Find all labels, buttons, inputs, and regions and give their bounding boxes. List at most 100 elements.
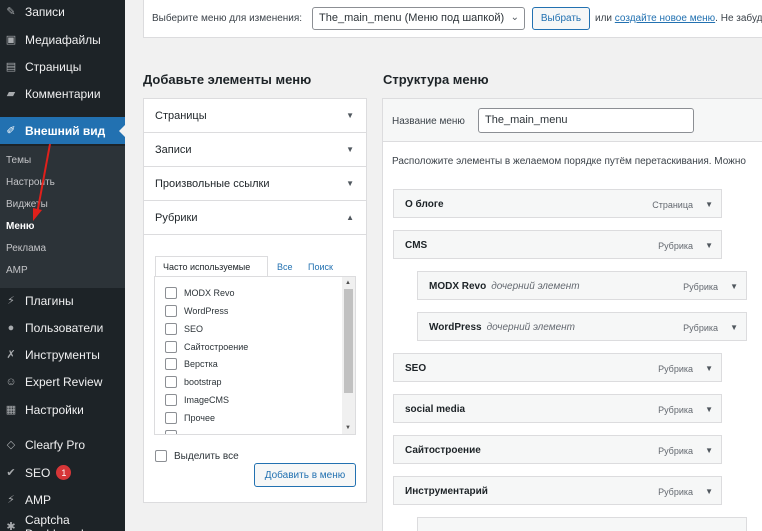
- caret-down-icon[interactable]: ▼: [705, 487, 713, 496]
- sidebar-item-amp[interactable]: ⚡ AMP: [0, 486, 125, 513]
- menu-name-input[interactable]: The_main_menu: [478, 108, 694, 133]
- category-item[interactable]: MODX Revo: [165, 285, 235, 301]
- scroll-down-icon[interactable]: ▼: [345, 425, 351, 431]
- menu-item-title: Инструментарий: [405, 486, 488, 497]
- tab-all[interactable]: Все: [277, 256, 293, 277]
- sidebar-item-media[interactable]: ▣ Медиафайлы: [0, 26, 125, 53]
- caret-down-icon[interactable]: ▼: [705, 446, 713, 455]
- sidebar-item-label: Комментарии: [25, 86, 101, 101]
- sidebar-item-captcha[interactable]: ✱ Captcha Dashboard: [0, 513, 125, 531]
- menu-item-title: SEO: [405, 363, 427, 374]
- caret-down-icon: ▼: [346, 111, 354, 120]
- sidebar-item-tools[interactable]: ✗ Инструменты: [0, 341, 125, 368]
- child-item-note: дочерний элемент: [491, 281, 580, 292]
- scrollbar-thumb[interactable]: [344, 289, 353, 393]
- menu-item[interactable]: CMS Рубрика ▼: [393, 230, 722, 259]
- scroll-up-icon[interactable]: ▲: [345, 280, 351, 286]
- select-menu-label: Выберите меню для изменения:: [152, 13, 303, 24]
- menu-item-type: Страница: [652, 200, 693, 210]
- accordion-categories[interactable]: Рубрики ▲: [144, 201, 366, 235]
- submenu-item-amp[interactable]: AMP: [6, 265, 28, 276]
- sidebar-item-seo[interactable]: ✔ SEO 1: [0, 459, 125, 486]
- sidebar-item-label: Captcha Dashboard: [25, 512, 84, 531]
- accordion-pages[interactable]: Страницы ▼: [144, 99, 366, 133]
- checkbox[interactable]: [155, 450, 167, 462]
- category-item[interactable]: Сайтостроение: [165, 339, 248, 355]
- create-new-menu-link[interactable]: создайте новое меню: [615, 13, 715, 24]
- select-all-checkbox[interactable]: Выделить все: [155, 450, 239, 462]
- category-item[interactable]: Верстка: [165, 356, 218, 372]
- checkbox[interactable]: [165, 323, 177, 335]
- category-item[interactable]: bootstrap: [165, 374, 222, 390]
- checkbox[interactable]: [165, 394, 177, 406]
- menu-item-type: Рубрика: [658, 364, 693, 374]
- sidebar-item-settings[interactable]: ▦ Настройки: [0, 396, 125, 423]
- submenu-item-widgets[interactable]: Виджеты: [6, 199, 48, 210]
- appearance-submenu: Темы Настроить Виджеты Меню Реклама AMP: [0, 146, 125, 288]
- menu-item-type: Рубрика: [658, 241, 693, 251]
- accordion-label: Страницы: [155, 109, 207, 122]
- accordion-custom-links[interactable]: Произвольные ссылки ▼: [144, 167, 366, 201]
- category-scrollbar[interactable]: ▲ ▼: [342, 277, 355, 434]
- sidebar-item-clearfy[interactable]: ◇ Clearfy Pro: [0, 431, 125, 458]
- submenu-item-menus[interactable]: Меню: [6, 221, 34, 232]
- menu-item-child[interactable]: WordPress дочерний элемент Рубрика ▼: [417, 312, 747, 341]
- menu-item-child[interactable]: MODX Revo дочерний элемент Рубрика ▼: [417, 271, 747, 300]
- checkbox[interactable]: [165, 305, 177, 317]
- accordion-posts[interactable]: Записи ▼: [144, 133, 366, 167]
- sidebar-item-comments[interactable]: ▰ Комментарии: [0, 80, 125, 107]
- submenu-item-ads[interactable]: Реклама: [6, 243, 46, 254]
- sidebar-item-posts[interactable]: ✎ Записи: [0, 0, 125, 25]
- caret-down-icon[interactable]: ▼: [705, 364, 713, 373]
- menu-name-label: Название меню: [392, 116, 465, 127]
- menu-item[interactable]: SEO Рубрика ▼: [393, 353, 722, 382]
- sidebar-item-label: SEO: [25, 465, 51, 480]
- checkbox[interactable]: [165, 376, 177, 388]
- caret-down-icon[interactable]: ▼: [705, 200, 713, 209]
- checkbox[interactable]: [165, 430, 177, 434]
- category-item[interactable]: WordPress: [165, 303, 228, 319]
- menu-item[interactable]: social media Рубрика ▼: [393, 394, 722, 423]
- sidebar-item-label: Настройки: [25, 402, 84, 417]
- sidebar-item-appearance[interactable]: ✐ Внешний вид: [0, 117, 125, 144]
- sidebar-item-label: Пользователи: [25, 320, 104, 335]
- category-item[interactable]: Прочее: [165, 410, 215, 426]
- menu-item[interactable]: О блоге Страница ▼: [393, 189, 722, 218]
- checkbox[interactable]: [165, 341, 177, 353]
- category-item[interactable]: SEO: [165, 321, 203, 337]
- caret-down-icon[interactable]: ▼: [730, 323, 738, 332]
- checkbox[interactable]: [165, 287, 177, 299]
- menu-item[interactable]: Инструментарий Рубрика ▼: [393, 476, 722, 505]
- caret-down-icon[interactable]: ▼: [705, 241, 713, 250]
- add-to-menu-button[interactable]: Добавить в меню: [254, 463, 356, 487]
- caret-down-icon[interactable]: ▼: [705, 405, 713, 414]
- sidebar-item-users[interactable]: ● Пользователи: [0, 314, 125, 341]
- tab-search[interactable]: Поиск: [308, 256, 333, 277]
- caret-up-icon: ▲: [346, 213, 354, 222]
- menu-item-title: Сайтостроение: [405, 445, 481, 456]
- sidebar-item-label: Плагины: [25, 293, 74, 308]
- menu-select-bar: Выберите меню для изменения: The_main_me…: [143, 0, 762, 38]
- sidebar-item-label: Внешний вид: [25, 123, 106, 138]
- menu-item-type: Рубрика: [658, 446, 693, 456]
- sidebar-item-plugins[interactable]: ⚡ Плагины: [0, 287, 125, 314]
- checkbox[interactable]: [165, 358, 177, 370]
- menu-item-child-partial[interactable]: [417, 517, 747, 531]
- caret-down-icon[interactable]: ▼: [730, 282, 738, 291]
- category-item[interactable]: ImageCMS: [165, 392, 229, 408]
- select-button[interactable]: Выбрать: [532, 7, 590, 30]
- menu-item-title: WordPress дочерний элемент: [429, 322, 576, 333]
- menu-select-dropdown[interactable]: The_main_menu (Меню под шапкой) ⌄: [312, 7, 525, 30]
- review-icon: ☺: [5, 375, 17, 388]
- submenu-item-customize[interactable]: Настроить: [6, 177, 55, 188]
- menu-name-bar: Название меню The_main_menu: [383, 99, 762, 142]
- submenu-item-themes[interactable]: Темы: [6, 155, 31, 166]
- category-item-partial[interactable]: [165, 428, 184, 434]
- sidebar-item-pages[interactable]: ▤ Страницы: [0, 53, 125, 80]
- comment-icon: ▰: [6, 88, 16, 100]
- checkbox[interactable]: [165, 412, 177, 424]
- tab-most-used[interactable]: Часто используемые: [155, 256, 268, 277]
- sidebar-item-expert-review[interactable]: ☺ Expert Review: [0, 368, 125, 395]
- accordion-label: Записи: [155, 143, 192, 156]
- menu-item[interactable]: Сайтостроение Рубрика ▼: [393, 435, 722, 464]
